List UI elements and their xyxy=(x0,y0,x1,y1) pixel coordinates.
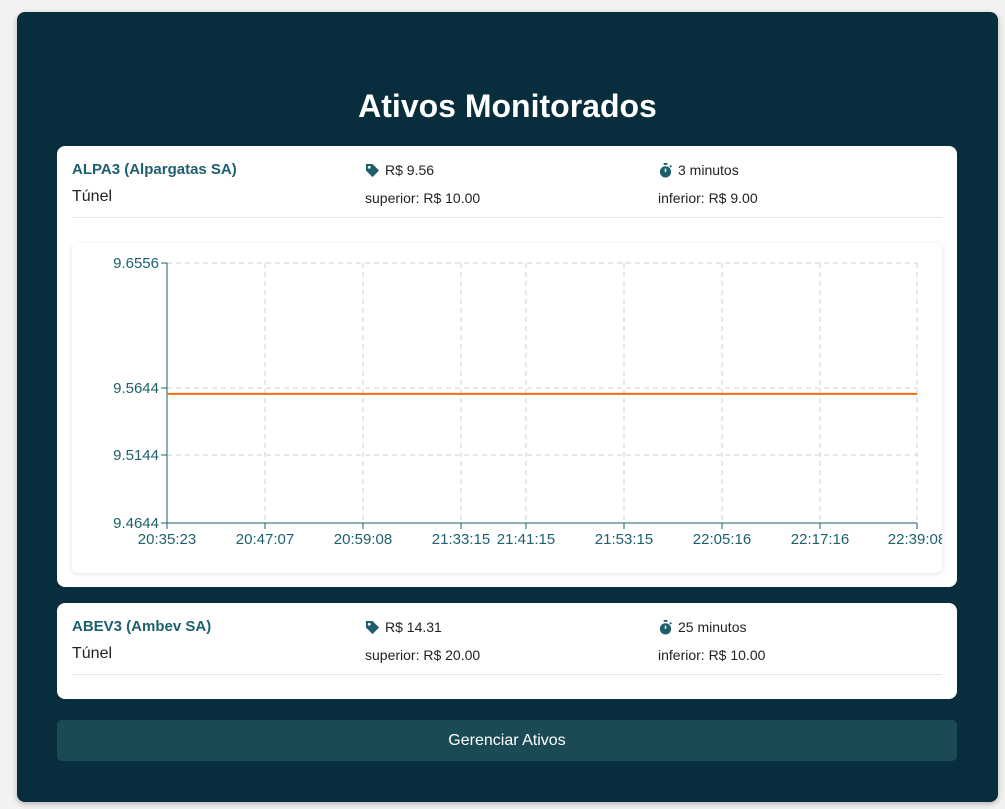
asset-lower-limit: inferior: R$ 10.00 xyxy=(658,647,766,663)
asset-card-abev3: ABEV3 (Ambev SA) Túnel R$ 14.31 superior… xyxy=(57,603,957,699)
stopwatch-icon xyxy=(658,162,673,178)
asset-card-alpa3: ALPA3 (Alpargatas SA) Túnel R$ 9.56 supe… xyxy=(57,146,957,587)
asset-interval: 25 minutos xyxy=(658,619,746,635)
asset-name[interactable]: ABEV3 (Ambev SA) xyxy=(72,618,211,635)
asset-header: ALPA3 (Alpargatas SA) Túnel R$ 9.56 supe… xyxy=(72,146,942,218)
asset-price-value: R$ 9.56 xyxy=(385,162,435,178)
x-tick-label: 20:47:07 xyxy=(236,531,294,548)
asset-price: R$ 14.31 xyxy=(365,619,442,635)
monitor-panel: Ativos Monitorados ALPA3 (Alpargatas SA)… xyxy=(17,12,998,802)
x-tick-label: 20:59:08 xyxy=(334,531,392,548)
x-tick-label: 22:39:08 xyxy=(888,531,942,548)
asset-interval-value: 25 minutos xyxy=(678,619,747,635)
asset-header: ABEV3 (Ambev SA) Túnel R$ 14.31 superior… xyxy=(72,603,942,675)
asset-interval-value: 3 minutos xyxy=(678,162,739,178)
x-tick-label: 21:53:15 xyxy=(595,531,653,548)
stopwatch-icon xyxy=(658,619,673,635)
asset-price: R$ 9.56 xyxy=(365,162,434,178)
asset-type: Túnel xyxy=(72,188,113,205)
y-tick-label: 9.6556 xyxy=(113,255,159,272)
y-tick-label: 9.5144 xyxy=(113,447,159,464)
tag-icon xyxy=(365,620,380,635)
x-tick-label: 22:17:16 xyxy=(791,531,849,548)
asset-name[interactable]: ALPA3 (Alpargatas SA) xyxy=(72,161,237,178)
asset-price-value: R$ 14.31 xyxy=(385,619,442,635)
asset-upper-limit: superior: R$ 10.00 xyxy=(365,190,481,206)
tag-icon xyxy=(365,163,380,178)
asset-lower-limit: inferior: R$ 9.00 xyxy=(658,190,758,206)
asset-interval: 3 minutos xyxy=(658,162,739,178)
x-tick-label: 21:33:15 xyxy=(432,531,490,548)
price-chart-svg: 9.6556 9.5644 9.5144 9.464420:35:23 20:47:07… xyxy=(113,255,942,548)
page-title: Ativos Monitorados xyxy=(358,88,657,124)
x-tick-label: 21:41:15 xyxy=(497,531,555,548)
asset-upper-limit: superior: R$ 20.00 xyxy=(365,647,481,663)
x-tick-label: 20:35:23 xyxy=(138,531,196,548)
x-tick-label: 22:05:16 xyxy=(693,531,751,548)
price-chart: 9.6556 9.5644 9.5144 9.4644 20:35:23 20:47:07… xyxy=(72,243,942,573)
asset-type: Túnel xyxy=(72,645,113,662)
y-tick-label: 9.5644 xyxy=(113,380,159,397)
manage-assets-button[interactable]: Gerenciar Ativos xyxy=(57,720,957,761)
y-tick-label: 9.4644 xyxy=(113,515,159,532)
